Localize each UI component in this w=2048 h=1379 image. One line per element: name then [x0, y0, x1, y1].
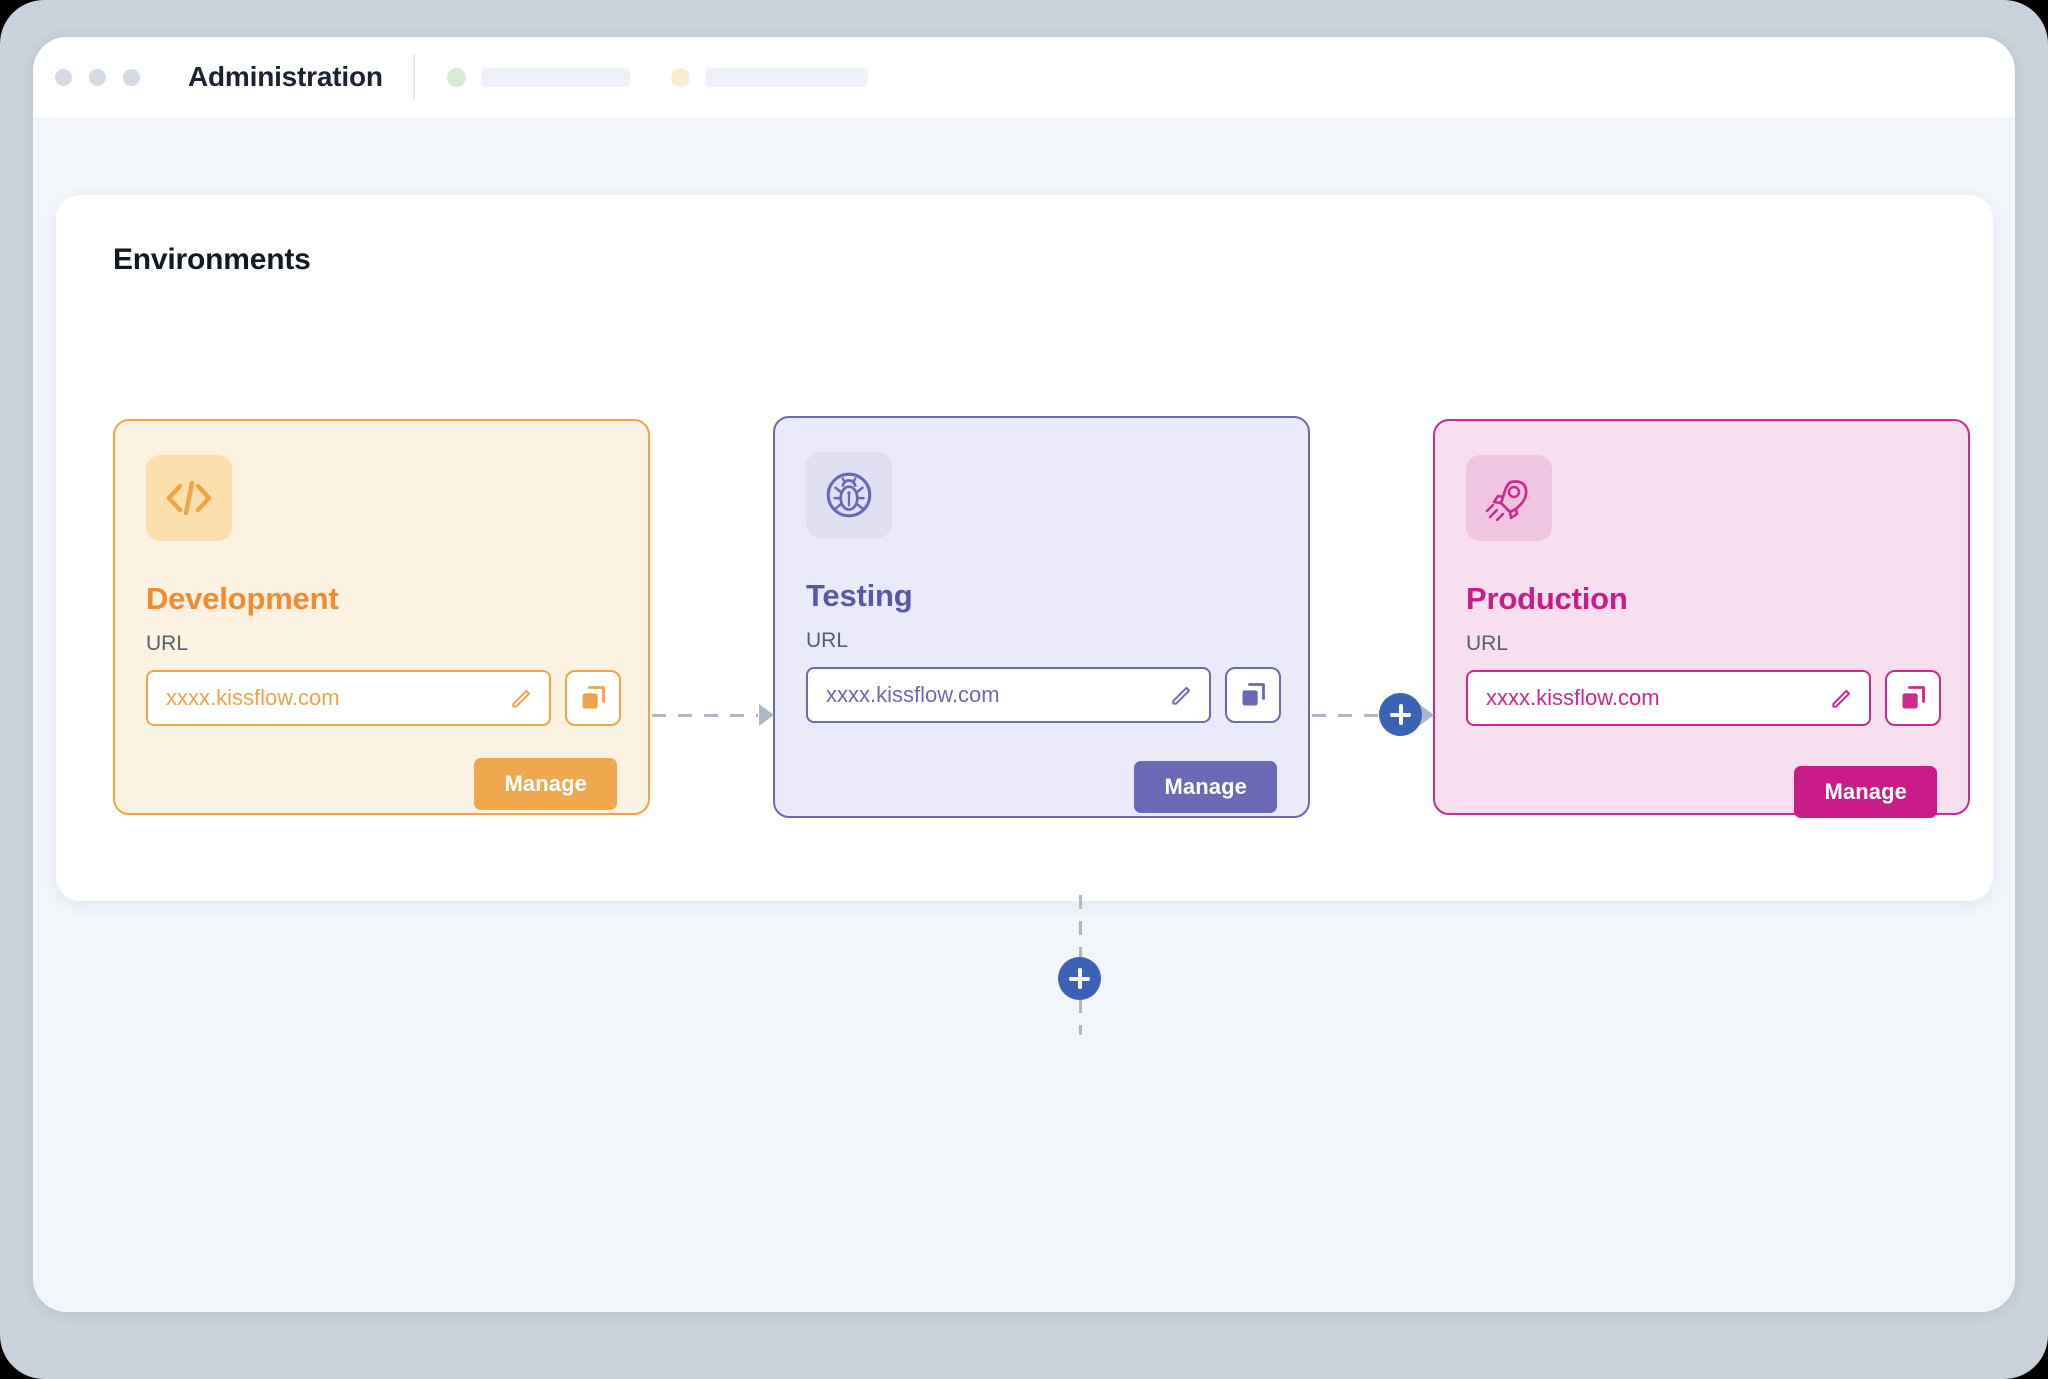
rocket-icon-tile: [1466, 455, 1552, 541]
environments-row: Development URL xxxx.kissflow.com: [56, 195, 1993, 901]
app-title: Administration: [188, 61, 383, 93]
url-input-value[interactable]: xxxx.kissflow.com: [826, 682, 1165, 708]
copy-url-button-development[interactable]: [565, 670, 621, 726]
window-controls[interactable]: [55, 69, 140, 86]
copy-url-button-production[interactable]: [1885, 670, 1941, 726]
url-input-value[interactable]: xxxx.kissflow.com: [166, 685, 505, 711]
copy-icon: [1899, 684, 1927, 712]
titlebar: Administration: [33, 37, 2015, 117]
browser-window: Administration Environments: [33, 37, 2015, 1312]
url-input-value[interactable]: xxxx.kissflow.com: [1486, 685, 1825, 711]
device-frame: Administration Environments: [0, 0, 2048, 1379]
copy-url-button-testing[interactable]: [1225, 667, 1281, 723]
status-dot-amber: [671, 68, 690, 87]
environments-panel: Environments: [56, 195, 1993, 901]
code-icon-tile: [146, 455, 232, 541]
titlebar-divider: [413, 54, 415, 100]
url-input-production[interactable]: xxxx.kissflow.com: [1466, 670, 1871, 726]
add-environment-button-right[interactable]: [1379, 693, 1422, 736]
bug-icon-tile: [806, 452, 892, 538]
status-dot-green: [447, 68, 466, 87]
rocket-icon: [1483, 472, 1535, 524]
placeholder-bar-2: [706, 68, 868, 87]
pencil-icon[interactable]: [1165, 678, 1199, 712]
window-dot-3[interactable]: [123, 69, 140, 86]
window-dot-2[interactable]: [89, 69, 106, 86]
url-input-development[interactable]: xxxx.kissflow.com: [146, 670, 551, 726]
url-label: URL: [1466, 632, 1508, 656]
manage-button-production[interactable]: Manage: [1794, 766, 1937, 818]
window-dot-1[interactable]: [55, 69, 72, 86]
environment-name: Development: [146, 581, 338, 617]
bug-icon: [822, 468, 876, 522]
placeholder-bar-1: [482, 68, 630, 87]
copy-icon: [579, 684, 607, 712]
pencil-icon[interactable]: [1825, 681, 1859, 715]
environment-card-testing[interactable]: Testing URL xxxx.kissflow.com: [773, 416, 1310, 818]
titlebar-placeholder-group: [447, 68, 868, 87]
manage-button-testing[interactable]: Manage: [1134, 761, 1277, 813]
dashed-line: [652, 714, 758, 717]
environment-name: Production: [1466, 581, 1628, 617]
environment-name: Testing: [806, 578, 913, 614]
page-surface: Environments: [33, 117, 2015, 1312]
code-icon: [164, 478, 214, 518]
url-label: URL: [146, 632, 188, 656]
url-input-testing[interactable]: xxxx.kissflow.com: [806, 667, 1211, 723]
add-environment-button-below[interactable]: [1058, 957, 1101, 1000]
pencil-icon[interactable]: [505, 681, 539, 715]
environment-card-development[interactable]: Development URL xxxx.kissflow.com: [113, 419, 650, 815]
url-label: URL: [806, 629, 848, 653]
copy-icon: [1239, 681, 1267, 709]
arrow-head-icon: [759, 704, 774, 726]
manage-button-development[interactable]: Manage: [474, 758, 617, 810]
connector-dev-to-testing: [652, 703, 774, 727]
environment-card-production[interactable]: Production URL xxxx.kissflow.com: [1433, 419, 1970, 815]
